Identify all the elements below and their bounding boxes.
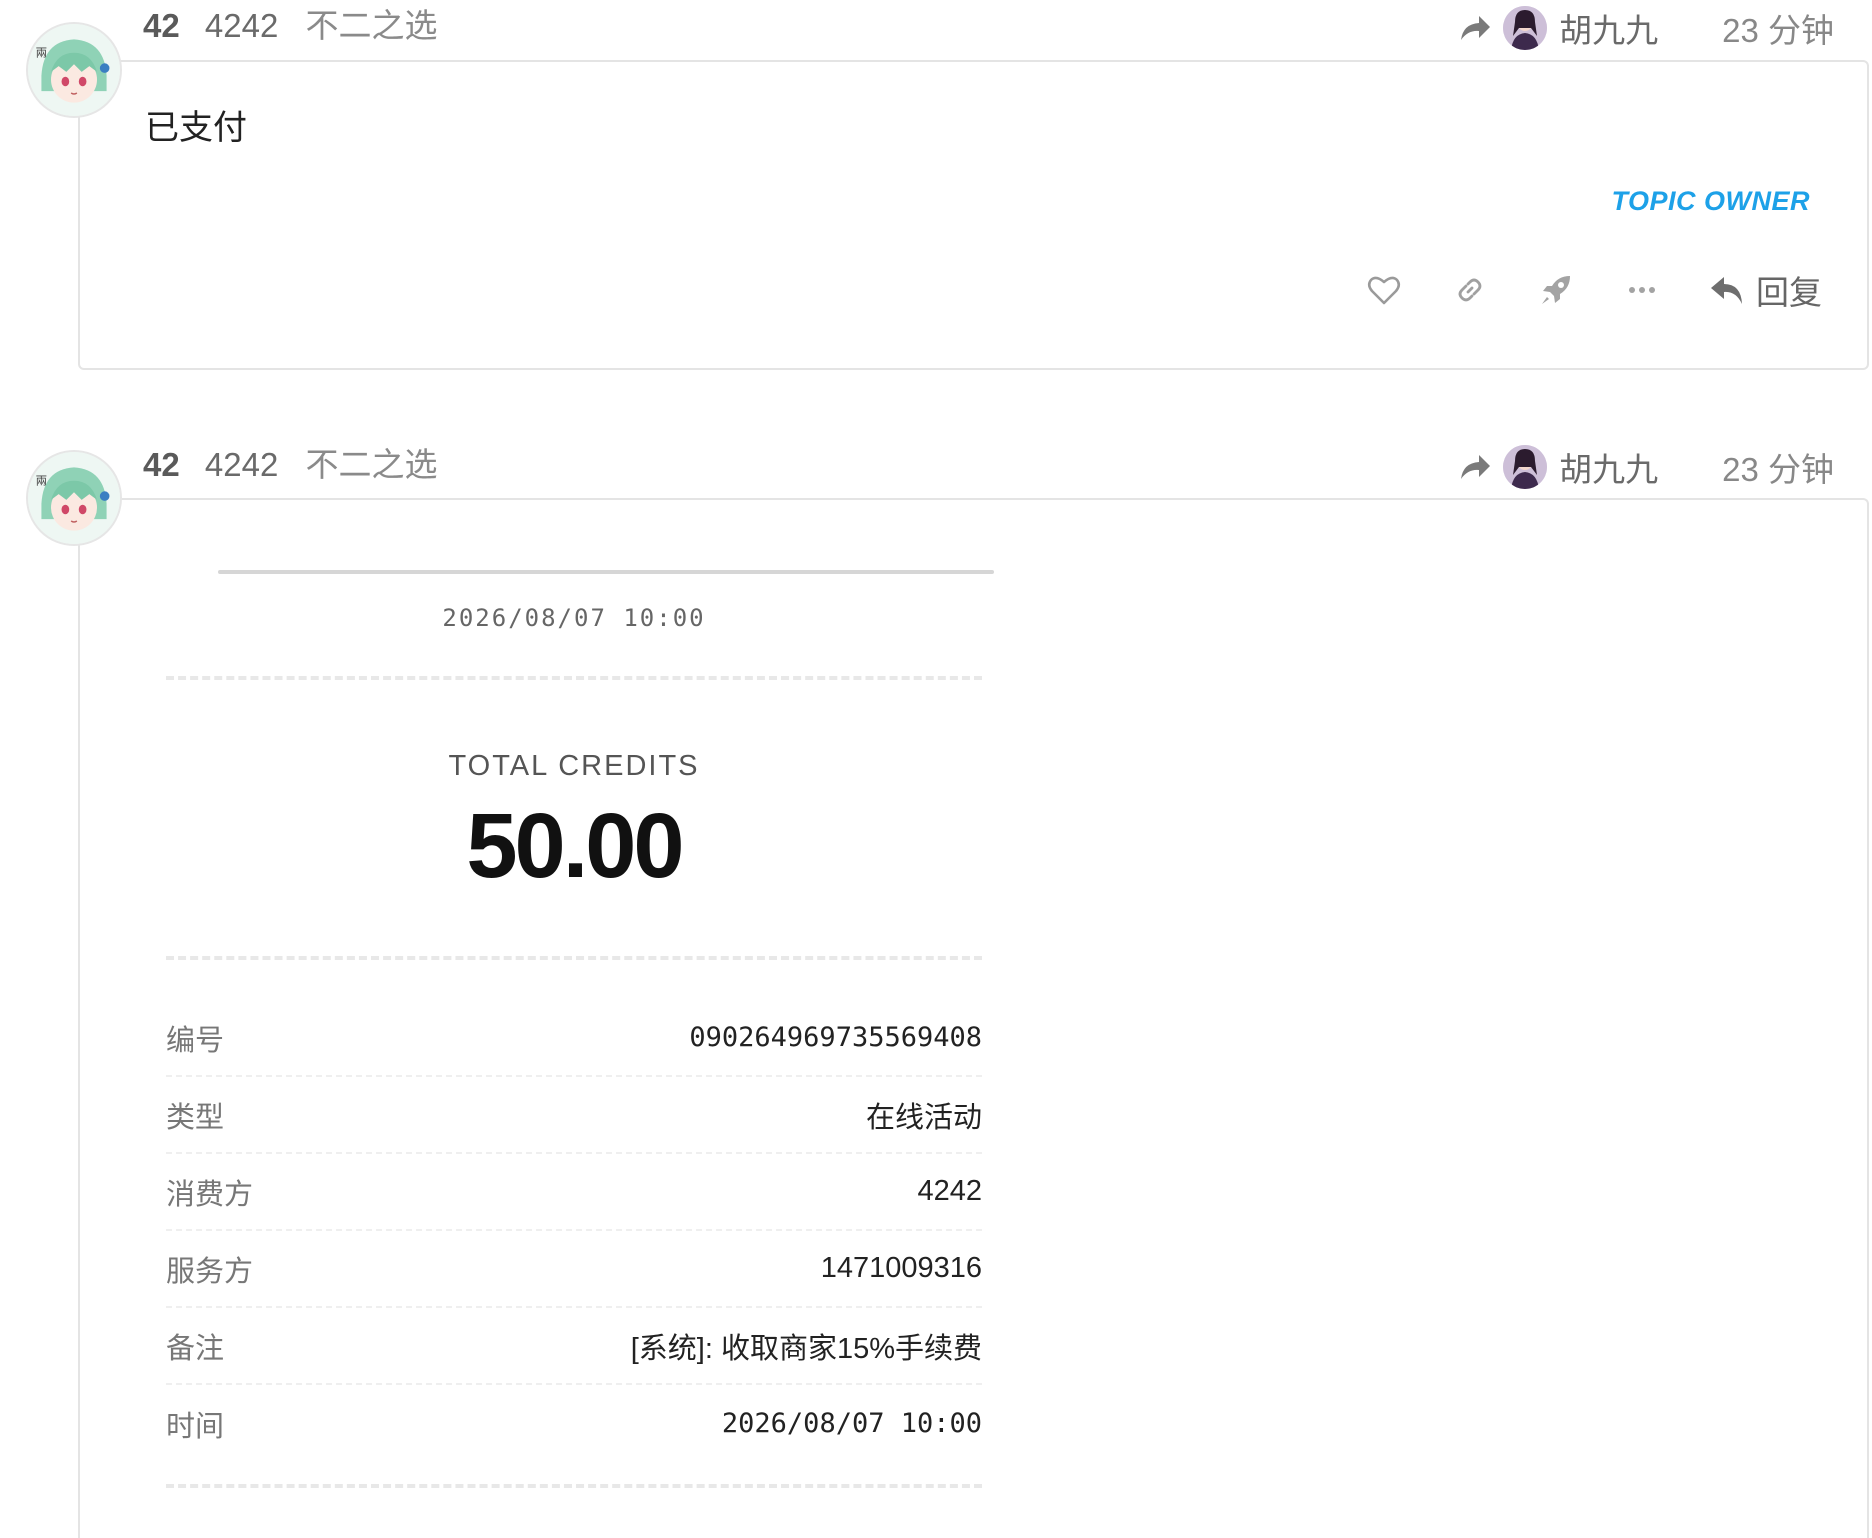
receipt-details: 编号 090264969735569408 类型 在线活动 消费方 4242 服… [166,1000,982,1462]
row-label: 消费方 [166,1178,254,1211]
avatar[interactable]: 兩 [26,450,122,546]
row-value: 在线活动 [865,1101,982,1134]
row-value: 090264969735569408 [689,1022,982,1053]
svg-text:兩: 兩 [36,46,48,60]
post-time[interactable]: 23 分钟 [1722,443,1834,491]
more-options-button[interactable] [1622,270,1662,310]
username[interactable]: 4242 [205,7,278,44]
row-label: 类型 [166,1101,225,1134]
row-value: [系统]: 收取商家15%手续费 [630,1332,982,1365]
row-label: 时间 [166,1410,225,1443]
receipt-row: 编号 090264969735569408 [166,1000,982,1077]
like-button[interactable] [1364,270,1404,310]
reply-to-avatar [1503,6,1548,50]
receipt-row: 消费方 4242 [166,1154,982,1231]
row-label: 服务方 [166,1255,254,1288]
row-value: 1471009316 [820,1252,982,1284]
row-value: 4242 [917,1175,982,1207]
post-time[interactable]: 23 分钟 [1722,4,1834,52]
receipt-date: 2026/08/07 10:00 [442,604,706,632]
share-icon [1461,455,1491,479]
post-body: 已支付 [145,109,247,147]
post: 兩 42 4242 不二之选 胡九九 23 分钟 2026/08/07 10:0… [0,438,1872,1538]
receipt-row: 类型 在线活动 [166,1077,982,1154]
share-icon [1461,16,1491,40]
receipt-row: 服务方 1471009316 [166,1231,982,1308]
boost-button[interactable] [1536,270,1576,310]
reply-to[interactable]: 胡九九 23 分钟 [1457,4,1834,52]
total-label: TOTAL CREDITS [448,750,700,782]
receipt-top-rule [218,570,994,574]
reply-label: 回复 [1756,274,1822,311]
post: 兩 42 4242 不二之选 胡九九 23 分钟 已支付 TOPIC OWNER [0,0,1872,380]
divider [166,956,982,960]
copy-link-button[interactable] [1450,270,1490,310]
row-label: 备注 [166,1332,225,1365]
divider [166,1484,982,1488]
heart-icon [1367,276,1401,305]
reply-button[interactable]: 回复 [1708,266,1822,314]
post-actions: 回复 [1318,266,1822,314]
reply-to-avatar [1503,445,1548,489]
post-number: 42 [143,7,180,44]
topic-owner-badge: TOPIC OWNER [1611,186,1810,216]
row-label: 编号 [166,1024,225,1057]
reply-to[interactable]: 胡九九 23 分钟 [1457,443,1834,491]
post-meta: 42 4242 不二之选 [143,4,437,48]
receipt-row: 备注 [系统]: 收取商家15%手续费 [166,1308,982,1385]
reply-icon [1711,277,1742,304]
row-value: 2026/08/07 10:00 [721,1408,982,1439]
reply-to-name[interactable]: 胡九九 [1559,443,1658,491]
rocket-icon [1542,276,1570,304]
receipt-row: 时间 2026/08/07 10:00 [166,1385,982,1462]
user-title: 不二之选 [305,7,438,44]
link-icon [1458,278,1482,302]
credit-receipt: 2026/08/07 10:00 TOTAL CREDITS 50.00 编号 … [166,438,994,1524]
reply-to-name[interactable]: 胡九九 [1559,4,1658,52]
total-amount: 50.00 [466,795,684,897]
more-icon [1629,287,1655,293]
post-card [78,60,1869,370]
avatar[interactable]: 兩 [26,22,122,118]
divider [166,676,982,680]
svg-text:兩: 兩 [36,474,48,488]
